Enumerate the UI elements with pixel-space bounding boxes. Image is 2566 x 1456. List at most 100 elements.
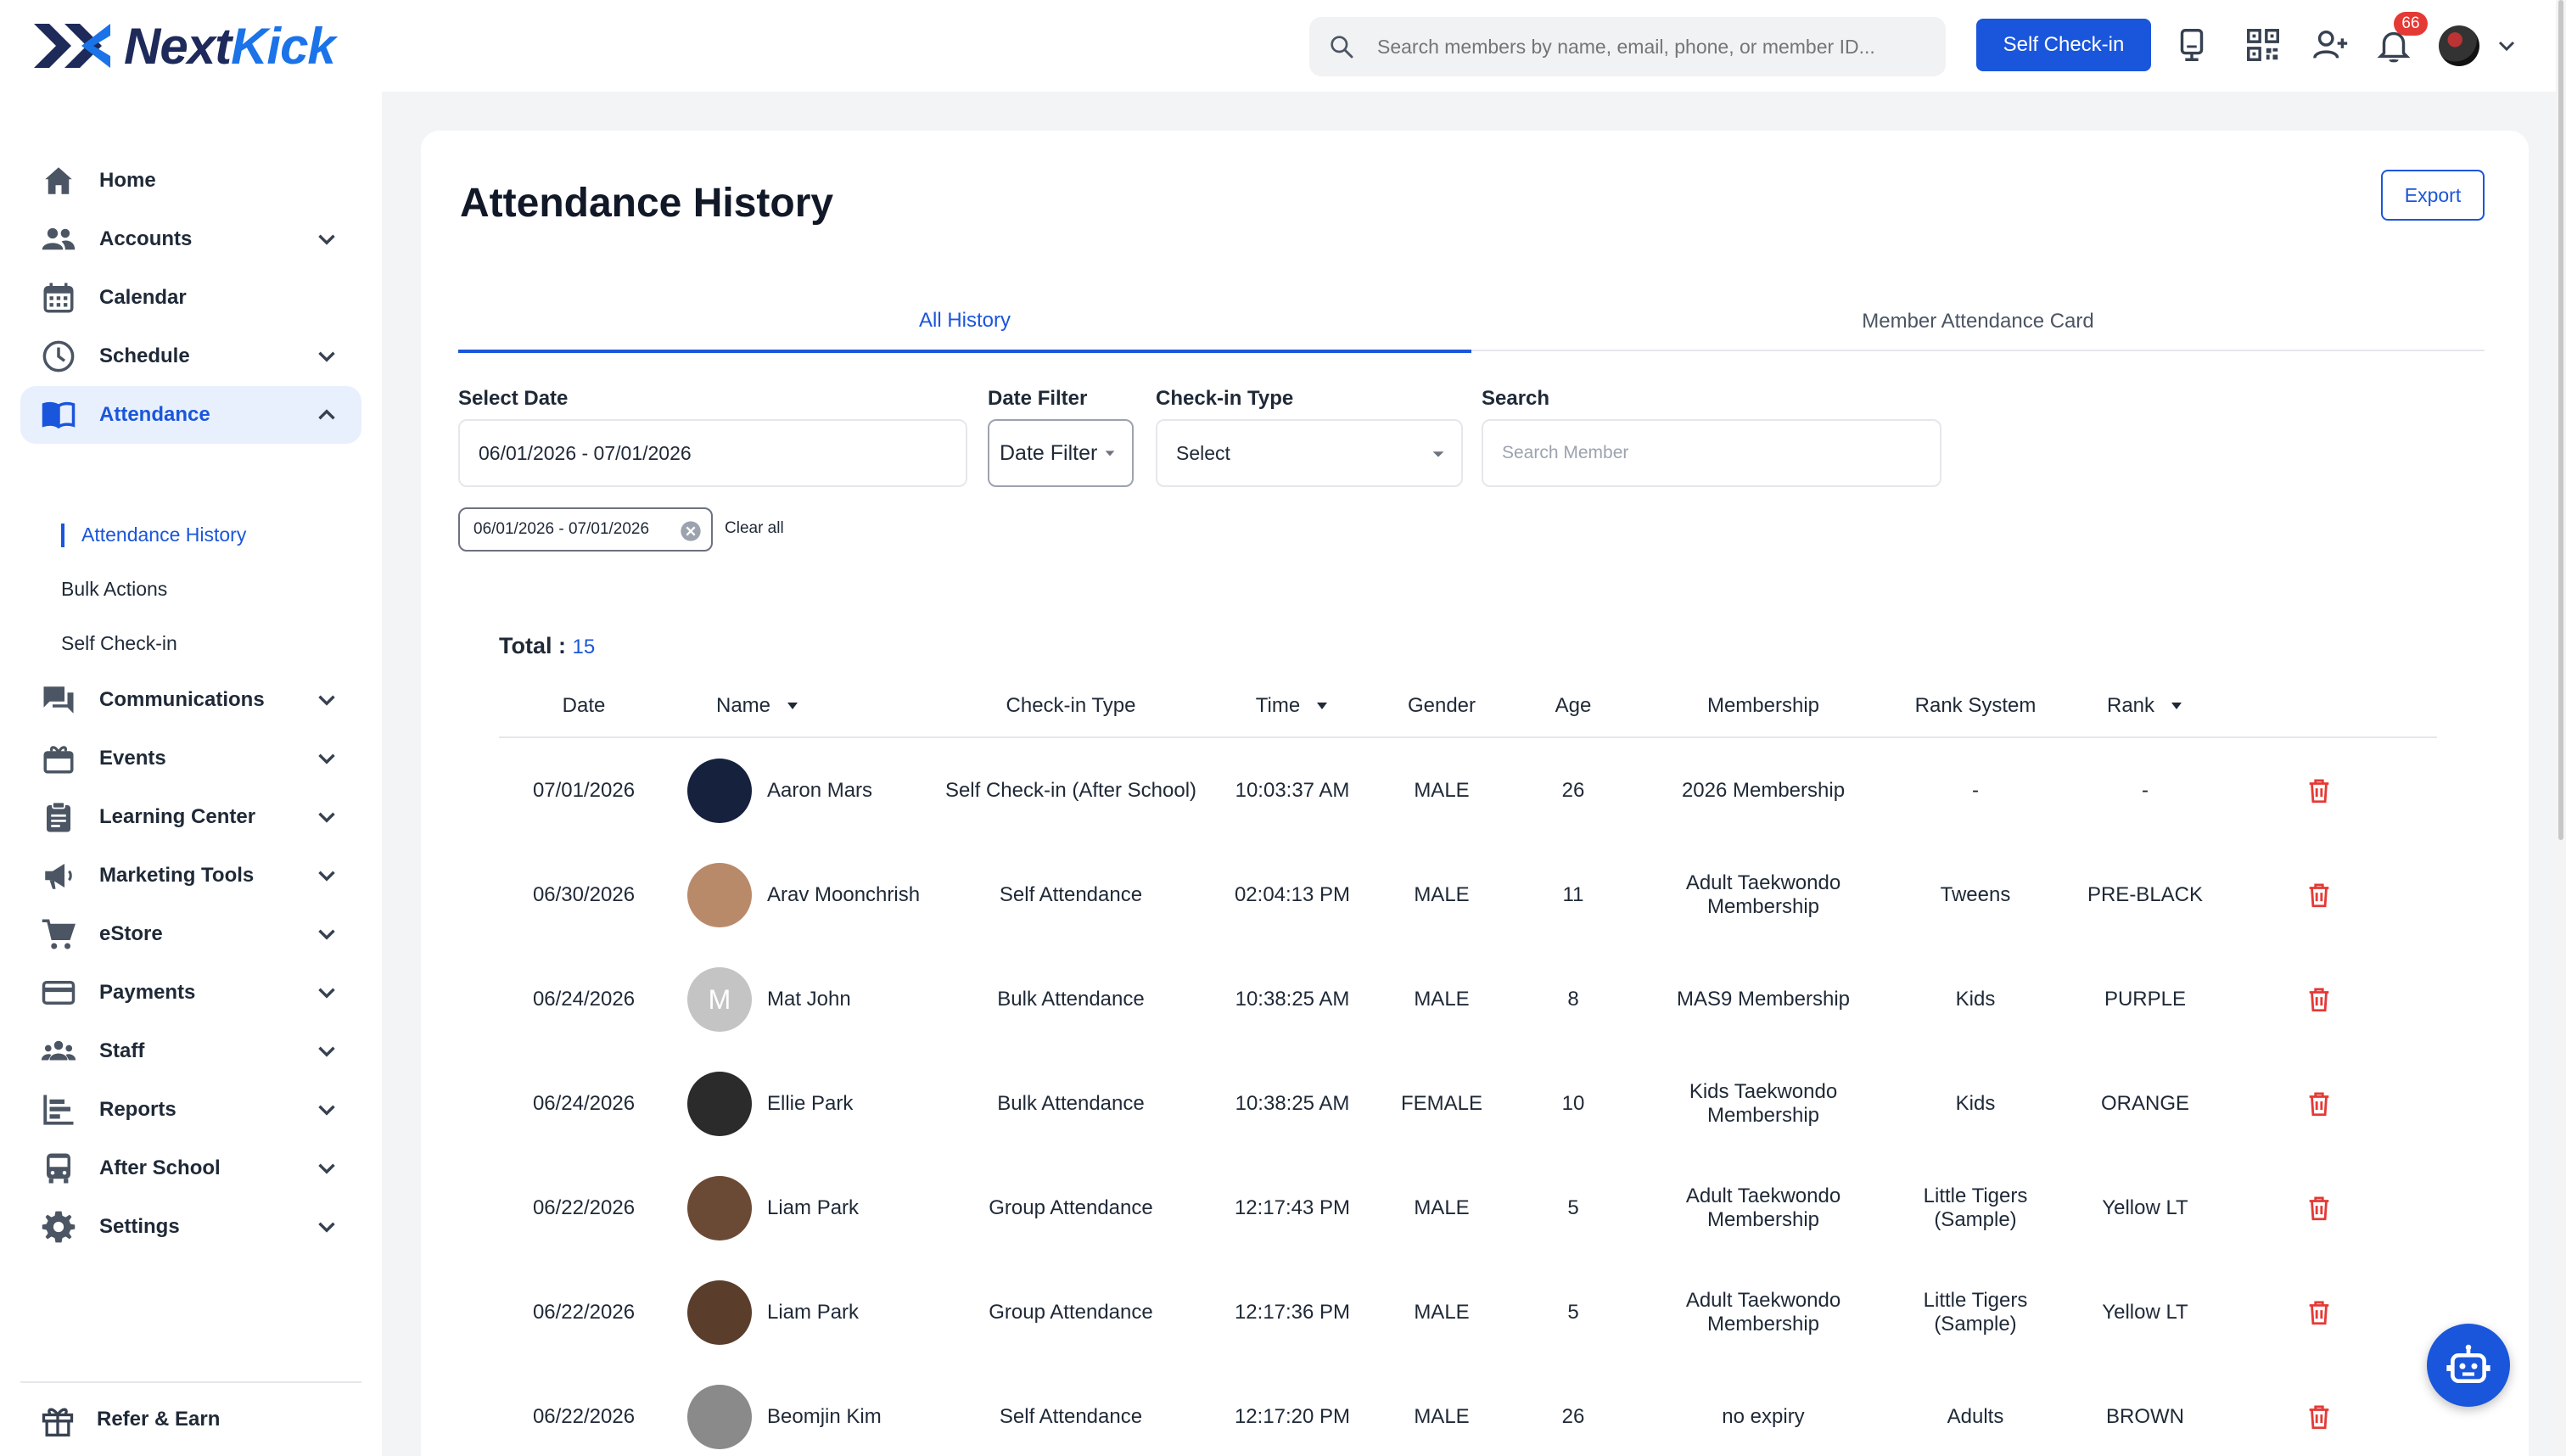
- sidebar-item-home[interactable]: Home: [20, 152, 361, 210]
- cell-date: 06/24/2026: [499, 947, 669, 1051]
- column-date[interactable]: Date: [499, 674, 669, 738]
- column-rank-system-label: Rank System: [1914, 694, 2037, 717]
- cell-name[interactable]: M Mat John: [687, 947, 942, 1051]
- member-search-placeholder: Search Member: [1502, 443, 1629, 462]
- column-gender[interactable]: Gender: [1378, 674, 1505, 738]
- chevron-down-icon[interactable]: [2493, 32, 2520, 59]
- kiosk-icon[interactable]: [2169, 22, 2215, 68]
- delete-button[interactable]: [2281, 1051, 2357, 1156]
- cell-rank: Yellow LT: [2069, 1260, 2221, 1364]
- column-rank-system[interactable]: Rank System: [1891, 674, 2060, 738]
- cell-rank-system: Kids: [1891, 1051, 2060, 1156]
- member-search-field[interactable]: Search Member: [1482, 419, 1941, 487]
- column-membership[interactable]: Membership: [1636, 674, 1891, 738]
- scrollbar-thumb[interactable]: [2558, 0, 2563, 840]
- user-avatar[interactable]: [2439, 25, 2479, 66]
- gear-icon: [39, 1207, 78, 1246]
- self-checkin-button[interactable]: Self Check-in: [1976, 19, 2151, 71]
- chatbot-button[interactable]: [2427, 1324, 2510, 1407]
- cell-text: -: [2142, 778, 2149, 802]
- sidebar-item-calendar[interactable]: Calendar: [20, 269, 361, 327]
- column-name[interactable]: Name: [694, 674, 821, 738]
- cell-name[interactable]: Liam Park: [687, 1156, 942, 1260]
- checkin-type-select[interactable]: Select: [1156, 419, 1463, 487]
- table-row[interactable]: 06/24/2026 M Mat John Bulk Attendance 10:38:…: [499, 947, 2437, 1051]
- sidebar-item-settings[interactable]: Settings: [20, 1198, 361, 1256]
- sidebar-item-payments[interactable]: Payments: [20, 964, 361, 1022]
- avatar[interactable]: [687, 1175, 752, 1240]
- delete-button[interactable]: [2281, 947, 2357, 1051]
- sidebar-item-reports[interactable]: Reports: [20, 1081, 361, 1139]
- sidebar-item-label: eStore: [99, 922, 163, 945]
- cell-time: 02:04:13 PM: [1212, 843, 1373, 947]
- table-row[interactable]: 06/22/2026 Beomjin Kim Self Attendance 12:1…: [499, 1364, 2437, 1456]
- table-row[interactable]: 06/24/2026 Ellie Park Bulk Attendance 10:38…: [499, 1051, 2437, 1156]
- avatar[interactable]: [687, 758, 752, 823]
- sidebar-item-communications[interactable]: Communications: [20, 671, 361, 729]
- cell-time: 10:38:25 AM: [1212, 947, 1373, 1051]
- table-row[interactable]: 06/22/2026 Liam Park Group Attendance 12:17…: [499, 1260, 2437, 1364]
- sidebar-item-attendance[interactable]: Attendance: [20, 386, 361, 444]
- cell-text: 06/30/2026: [532, 882, 636, 906]
- tab-member-attendance-card[interactable]: Member Attendance Card: [1471, 292, 2485, 351]
- sidebar-subitem-bulk-actions[interactable]: Bulk Actions: [61, 578, 167, 601]
- sidebar-item-schedule[interactable]: Schedule: [20, 328, 361, 385]
- tab-all-history[interactable]: All History: [458, 292, 1471, 353]
- add-user-icon[interactable]: [2308, 22, 2354, 68]
- cell-text: 12:17:36 PM: [1234, 1300, 1351, 1324]
- sidebar-item-after-school[interactable]: After School: [20, 1140, 361, 1197]
- avatar[interactable]: [687, 862, 752, 927]
- delete-button[interactable]: [2281, 1260, 2357, 1364]
- cell-name[interactable]: Liam Park: [687, 1260, 942, 1364]
- avatar[interactable]: M: [687, 966, 752, 1032]
- sidebar-subitem-self-checkin[interactable]: Self Check-in: [61, 632, 177, 655]
- date-filter-dropdown[interactable]: Date Filter: [988, 419, 1134, 487]
- refer-and-earn-link[interactable]: Refer & Earn: [39, 1398, 220, 1441]
- sidebar-item-staff[interactable]: Staff: [20, 1022, 361, 1080]
- table-row[interactable]: 06/22/2026 Liam Park Group Attendance 12:17…: [499, 1156, 2437, 1260]
- cell-text: 5: [1567, 1300, 1579, 1324]
- cell-text: Kids: [1955, 987, 1996, 1011]
- export-button[interactable]: Export: [2381, 170, 2485, 221]
- sidebar-subitem-attendance-history[interactable]: Attendance History: [81, 524, 246, 546]
- chat-icon: [39, 680, 78, 720]
- cell-checkin: Bulk Attendance: [944, 1051, 1198, 1156]
- column-age[interactable]: Age: [1522, 674, 1624, 738]
- cell-name[interactable]: Ellie Park: [687, 1051, 942, 1156]
- cell-name[interactable]: Arav Moonchrish: [687, 843, 942, 947]
- delete-button[interactable]: [2281, 1156, 2357, 1260]
- column-rank[interactable]: Rank: [2069, 674, 2221, 738]
- qr-code-icon[interactable]: [2240, 22, 2286, 68]
- sidebar-item-learning-center[interactable]: Learning Center: [20, 788, 361, 846]
- cell-rank: PURPLE: [2069, 947, 2221, 1051]
- cell-rank: -: [2069, 738, 2221, 843]
- delete-button[interactable]: [2281, 1364, 2357, 1456]
- global-search-input[interactable]: [1377, 35, 1920, 59]
- cell-name[interactable]: Aaron Mars: [687, 738, 942, 843]
- column-time[interactable]: Time: [1212, 674, 1373, 738]
- sidebar-item-events[interactable]: Events: [20, 730, 361, 787]
- trash-icon: [2309, 1092, 2329, 1116]
- clear-all-link[interactable]: Clear all: [725, 519, 784, 538]
- avatar[interactable]: [687, 1071, 752, 1136]
- column-checkin-type[interactable]: Check-in Type: [944, 674, 1198, 738]
- sidebar-item-marketing-tools[interactable]: Marketing Tools: [20, 847, 361, 904]
- avatar[interactable]: [687, 1280, 752, 1345]
- delete-button[interactable]: [2281, 843, 2357, 947]
- remove-filter-icon[interactable]: [679, 519, 703, 543]
- delete-button[interactable]: [2281, 738, 2357, 843]
- app-logo[interactable]: NextKick: [31, 10, 336, 81]
- sidebar-item-label: Events: [99, 747, 166, 770]
- sort-caret-icon: [2171, 703, 2182, 709]
- sidebar-item-accounts[interactable]: Accounts: [20, 210, 361, 268]
- select-date-field[interactable]: 06/01/2026 - 07/01/2026: [458, 419, 967, 487]
- global-search[interactable]: [1309, 17, 1946, 76]
- table-row[interactable]: 06/30/2026 Arav Moonchrish Self Attendance…: [499, 843, 2437, 947]
- cell-name[interactable]: Beomjin Kim: [687, 1364, 942, 1456]
- sidebar-item-estore[interactable]: eStore: [20, 905, 361, 963]
- cell-membership: 2026 Membership: [1636, 738, 1891, 843]
- cell-checkin: Group Attendance: [944, 1156, 1198, 1260]
- table-row[interactable]: 07/01/2026 Aaron Mars Self Check-in (After…: [499, 738, 2437, 843]
- avatar[interactable]: [687, 1384, 752, 1449]
- cell-membership: Adult Taekwondo Membership: [1636, 843, 1891, 947]
